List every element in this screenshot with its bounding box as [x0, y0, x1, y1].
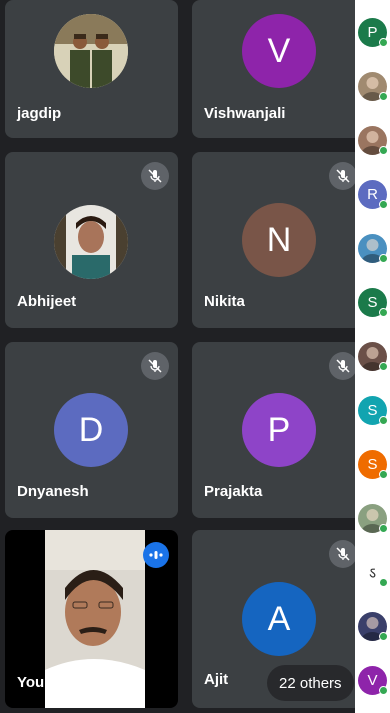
abhijeet-avatar-photo [54, 205, 128, 279]
participant-name: You [17, 674, 45, 691]
strip-avatar-initial: P [367, 24, 378, 41]
online-status-dot [379, 200, 388, 209]
online-status-dot [379, 470, 388, 479]
participant-name: Abhijeet [17, 293, 77, 310]
strip-avatar-initial: V [367, 672, 378, 689]
participant-name: jagdip [17, 105, 62, 122]
online-status-dot [379, 362, 388, 371]
strip-avatar-initial: S [367, 294, 378, 311]
dnyanesh-avatar: D [54, 393, 128, 467]
avatar-initial: V [267, 31, 291, 70]
mic-off-icon [141, 162, 169, 190]
participant-tile-abhijeet[interactable]: Abhijeet [5, 152, 178, 328]
online-status-dot [379, 524, 388, 533]
audio-level-icon [143, 542, 169, 568]
participant-name: Ajit [204, 671, 229, 688]
participant-tile-jagdip[interactable]: jagdip [5, 0, 178, 138]
participant-tile-vishwanjali[interactable]: V Vishwanjali [192, 0, 362, 138]
participant-name: Dnyanesh [17, 483, 89, 500]
others-button[interactable]: 22 others [267, 665, 354, 701]
participant-strip[interactable]: P R S S S ऽ V [355, 0, 390, 713]
avatar-initial: D [78, 410, 104, 449]
online-status-dot [379, 254, 388, 263]
online-status-dot [379, 632, 388, 641]
jagdip-avatar-photo [54, 14, 128, 88]
online-status-dot [379, 146, 388, 155]
ajit-avatar: A [242, 582, 316, 656]
strip-avatar-initial: S [367, 456, 378, 473]
online-status-dot [379, 416, 388, 425]
vishwanjali-avatar: V [242, 14, 316, 88]
online-status-dot [379, 686, 388, 695]
strip-avatar-initial: S [367, 402, 378, 419]
participant-tile-dnyanesh[interactable]: D Dnyanesh [5, 342, 178, 518]
mic-off-icon [329, 540, 357, 568]
strip-avatar-initial: ऽ [368, 564, 376, 582]
online-status-dot [379, 38, 388, 47]
strip-avatar-initial: R [367, 186, 378, 203]
avatar-initial: A [267, 599, 291, 638]
avatar-initial: P [267, 410, 291, 449]
participant-tile-prajakta[interactable]: P Prajakta [192, 342, 362, 518]
prajakta-avatar: P [242, 393, 316, 467]
online-status-dot [379, 578, 388, 587]
participant-name: Prajakta [204, 483, 263, 500]
participant-name: Vishwanjali [204, 105, 286, 122]
nikita-avatar: N [242, 203, 316, 277]
others-label: 22 others [279, 674, 342, 692]
online-status-dot [379, 308, 388, 317]
mic-off-icon [329, 352, 357, 380]
self-camera-feed [45, 530, 145, 708]
self-video-tile[interactable]: You [5, 530, 178, 708]
online-status-dot [379, 92, 388, 101]
mic-off-icon [329, 162, 357, 190]
participant-tile-nikita[interactable]: N Nikita [192, 152, 362, 328]
avatar-initial: N [266, 220, 292, 259]
participant-name: Nikita [204, 293, 245, 310]
mic-off-icon [141, 352, 169, 380]
